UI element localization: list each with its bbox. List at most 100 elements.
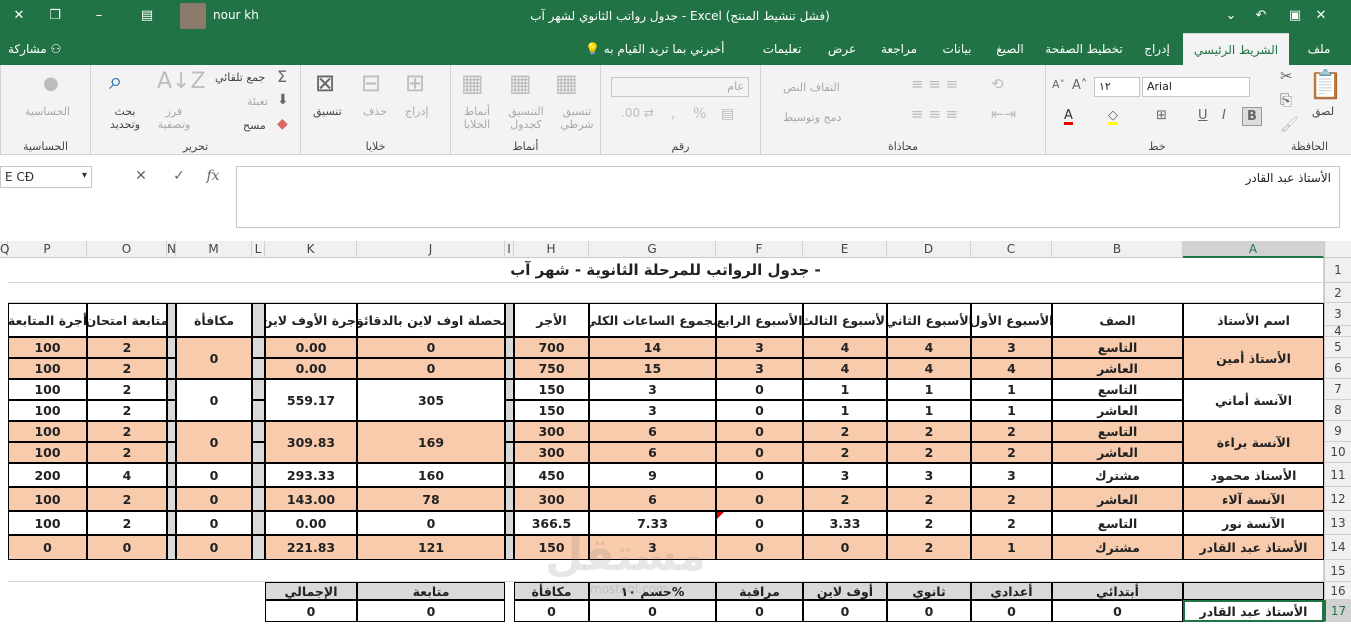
row-header-14[interactable]: 14 bbox=[1324, 535, 1351, 560]
wage-cell[interactable]: 300 bbox=[514, 421, 589, 442]
font-name-select[interactable]: Arial bbox=[1142, 77, 1250, 97]
follow-wage-cell[interactable]: 100 bbox=[8, 442, 87, 463]
summary-value[interactable]: 0 bbox=[589, 600, 716, 622]
column-header-f[interactable]: F bbox=[716, 241, 803, 258]
summary-value[interactable]: 0 bbox=[716, 600, 803, 622]
week3-cell[interactable]: 2 bbox=[803, 442, 887, 463]
total-hours-cell[interactable]: 6 bbox=[589, 442, 716, 463]
merge-center-button[interactable]: دمج وتوسيط bbox=[783, 111, 841, 124]
week4-cell[interactable]: 0 bbox=[716, 463, 803, 487]
column-header-p[interactable]: P bbox=[8, 241, 87, 258]
bonus-cell[interactable]: 0 bbox=[176, 511, 252, 535]
exam-follow-cell[interactable]: 2 bbox=[87, 337, 167, 358]
empty-row[interactable] bbox=[8, 560, 1324, 582]
summary-header[interactable]: مكافأة bbox=[514, 582, 589, 600]
orientation-icon[interactable]: ⟲ bbox=[991, 77, 1004, 92]
row-header-10[interactable]: 10 bbox=[1324, 442, 1351, 463]
week3-cell[interactable]: 4 bbox=[803, 358, 887, 379]
delete-cells-button[interactable]: حذف bbox=[363, 105, 387, 118]
summary-value[interactable]: 0 bbox=[887, 600, 971, 622]
total-hours-cell[interactable]: 15 bbox=[589, 358, 716, 379]
wage-cell[interactable]: 150 bbox=[514, 379, 589, 400]
header-wage[interactable]: الأجر bbox=[514, 303, 589, 337]
exam-follow-cell[interactable]: 2 bbox=[87, 442, 167, 463]
summary-header[interactable]: الإجمالي bbox=[265, 582, 357, 600]
online-minutes-cell[interactable]: 78 bbox=[357, 487, 505, 511]
summary-value[interactable]: 0 bbox=[971, 600, 1052, 622]
header-w3[interactable]: الأسبوع الثالث bbox=[803, 303, 887, 337]
row-header-17[interactable]: 17 bbox=[1324, 600, 1351, 622]
teacher-name[interactable]: الأستاذ محمود bbox=[1183, 463, 1324, 487]
header-class[interactable]: الصف bbox=[1052, 303, 1183, 337]
search-icon[interactable]: ⌕ bbox=[109, 69, 122, 93]
column-header-q[interactable]: Q bbox=[0, 241, 9, 258]
tab-page-layout[interactable]: تخطيط الصفحة bbox=[1040, 33, 1128, 65]
wage-cell[interactable]: 366.5 bbox=[514, 511, 589, 535]
percent-icon[interactable]: % bbox=[693, 107, 706, 121]
teacher-name[interactable]: الآنسة أماني bbox=[1183, 379, 1324, 421]
week2-cell[interactable]: 4 bbox=[887, 337, 971, 358]
insert-cells-button[interactable]: إدراج bbox=[405, 105, 428, 118]
bonus-cell[interactable]: 0 bbox=[176, 421, 252, 463]
online-wage-cell[interactable]: 143.00 bbox=[265, 487, 357, 511]
window-restore-button[interactable]: ❐ bbox=[44, 6, 66, 26]
class-cell[interactable]: العاشر bbox=[1052, 358, 1183, 379]
tab-view[interactable]: عرض bbox=[818, 33, 866, 65]
week3-cell[interactable]: 3 bbox=[803, 463, 887, 487]
total-hours-cell[interactable]: 3 bbox=[589, 400, 716, 421]
copy-icon[interactable]: ⎘ bbox=[1280, 93, 1292, 108]
column-header-k[interactable]: K bbox=[265, 241, 357, 258]
shrink-font-icon[interactable]: A˅ bbox=[1052, 79, 1065, 90]
row-header-8[interactable]: 8 bbox=[1324, 400, 1351, 421]
exam-follow-cell[interactable]: 2 bbox=[87, 487, 167, 511]
follow-wage-cell[interactable]: 100 bbox=[8, 358, 87, 379]
tab-help[interactable]: تعليمات bbox=[752, 33, 812, 65]
row-header-5[interactable]: 5 bbox=[1324, 337, 1351, 358]
class-cell[interactable]: التاسع bbox=[1052, 337, 1183, 358]
summary-value[interactable]: 0 bbox=[1052, 600, 1183, 622]
online-wage-cell[interactable]: 0.00 bbox=[265, 358, 357, 379]
week4-cell[interactable]: 0 bbox=[716, 442, 803, 463]
exam-follow-cell[interactable]: 2 bbox=[87, 379, 167, 400]
header-w2[interactable]: الأسبوع الثاني bbox=[887, 303, 971, 337]
sensitivity-button[interactable]: الحساسية bbox=[25, 105, 70, 118]
teacher-name[interactable]: الأستاذ عبد القادر bbox=[1183, 535, 1324, 560]
exam-follow-cell[interactable]: 2 bbox=[87, 511, 167, 535]
online-minutes-cell[interactable]: 305 bbox=[357, 379, 505, 421]
ribbon-options-icon[interactable]: ▤ bbox=[136, 6, 158, 26]
insert-cells-icon[interactable]: ⊞ bbox=[405, 71, 425, 95]
redo-icon[interactable]: ⌄ bbox=[1220, 6, 1242, 26]
class-cell[interactable]: مشترك bbox=[1052, 535, 1183, 560]
clear-button[interactable]: مسح bbox=[243, 119, 266, 132]
week1-cell[interactable]: 1 bbox=[971, 379, 1052, 400]
class-cell[interactable]: العاشر bbox=[1052, 487, 1183, 511]
row-header-13[interactable]: 13 bbox=[1324, 511, 1351, 535]
online-minutes-cell[interactable]: 169 bbox=[357, 421, 505, 463]
format-cells-button[interactable]: تنسيق bbox=[313, 105, 342, 118]
comma-icon[interactable]: , bbox=[671, 107, 675, 121]
font-size-select[interactable]: ١٢ bbox=[1094, 77, 1140, 97]
autosum-button[interactable]: جمع تلقائي bbox=[215, 71, 265, 84]
summary-value[interactable]: 0 bbox=[803, 600, 887, 622]
follow-wage-cell[interactable]: 100 bbox=[8, 337, 87, 358]
summary-header[interactable]: ثانوي bbox=[887, 582, 971, 600]
week3-cell[interactable]: 1 bbox=[803, 379, 887, 400]
wage-cell[interactable]: 150 bbox=[514, 535, 589, 560]
enter-icon[interactable]: ✓ bbox=[168, 168, 190, 188]
header-teacher[interactable]: اسم الأستاذ bbox=[1183, 303, 1324, 337]
format-painter-icon[interactable]: 🖌 bbox=[1280, 117, 1299, 132]
teacher-name[interactable]: الآنسة نور bbox=[1183, 511, 1324, 535]
column-header-d[interactable]: D bbox=[887, 241, 971, 258]
conditional-format-icon[interactable]: ▦ bbox=[555, 71, 578, 95]
online-wage-cell[interactable]: 309.83 bbox=[265, 421, 357, 463]
week2-cell[interactable]: 1 bbox=[887, 400, 971, 421]
column-header-o[interactable]: O bbox=[87, 241, 167, 258]
week1-cell[interactable]: 1 bbox=[971, 535, 1052, 560]
share-button[interactable]: مشاركة ⚇ bbox=[8, 33, 61, 65]
week2-cell[interactable]: 2 bbox=[887, 421, 971, 442]
fill-button[interactable]: تعبئة bbox=[247, 95, 268, 108]
column-header-i[interactable]: I bbox=[505, 241, 514, 258]
class-cell[interactable]: التاسع bbox=[1052, 379, 1183, 400]
teacher-name[interactable]: الأستاذ أمين bbox=[1183, 337, 1324, 379]
empty-row[interactable] bbox=[8, 283, 1324, 303]
